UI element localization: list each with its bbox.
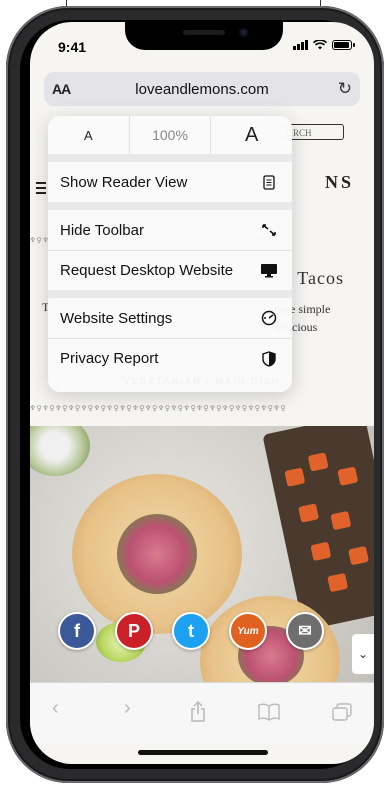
share-icon[interactable] (190, 701, 206, 723)
url-text[interactable]: loveandlemons.com (44, 81, 360, 98)
decrease-font-label: A (84, 127, 93, 143)
yummly-share-button[interactable]: Yum (229, 612, 267, 650)
recipe-photo (30, 426, 374, 718)
safari-toolbar: ‹ › (30, 682, 374, 743)
menu-separator (48, 290, 292, 298)
taco-1 (72, 474, 242, 634)
back-icon[interactable]: ‹ (52, 697, 59, 720)
facebook-share-button[interactable]: f (58, 612, 96, 650)
wifi-icon (313, 40, 327, 50)
menu-item-show-reader-view[interactable]: Show Reader View (48, 162, 292, 202)
font-size-controls: A 100% A (48, 116, 292, 154)
increase-font-label: A (245, 123, 259, 146)
menu-item-label: Website Settings (60, 309, 173, 327)
bookmarks-icon[interactable] (258, 703, 280, 721)
tabs-icon[interactable] (332, 703, 352, 721)
status-time: 9:41 (58, 39, 87, 55)
site-search-box[interactable]: RCH (286, 124, 344, 140)
email-share-button[interactable]: ✉ (286, 612, 324, 650)
menu-item-label: Privacy Report (60, 350, 159, 367)
menu-item-label: Request Desktop Website (60, 262, 234, 279)
menu-item-label: Show Reader View (60, 173, 188, 191)
pinterest-share-button[interactable]: P (115, 612, 153, 650)
menu-item-request-desktop-website[interactable]: Request Desktop Website (48, 250, 292, 290)
forward-icon[interactable]: › (124, 697, 131, 720)
menu-item-label: Hide Toolbar (60, 221, 144, 239)
reader-icon (260, 173, 278, 191)
share-buttons: f P t Yum ✉ (58, 612, 338, 652)
site-menu-icon[interactable] (36, 182, 46, 197)
increase-font-button[interactable]: A (211, 116, 292, 154)
recipe-title: Tacos (297, 268, 344, 288)
page-menu-popover: A 100% A Show Reader View Hide Toolbar R… (48, 116, 292, 392)
reload-icon[interactable]: ↻ (338, 79, 352, 99)
chevron-down-icon[interactable]: ⌄ (352, 634, 374, 674)
home-indicator (138, 750, 268, 755)
menu-item-hide-toolbar[interactable]: Hide Toolbar (48, 210, 292, 250)
decrease-font-button[interactable]: A (48, 116, 130, 154)
menu-separator (48, 154, 292, 162)
cellular-signal-icon (293, 40, 308, 50)
phone-screen: 9:41 AA loveandlemons.com ↻ RCH NS ♆♀♆♀♆… (30, 22, 374, 764)
zoom-level-label: 100% (152, 127, 188, 143)
menu-item-privacy-report[interactable]: Privacy Report (48, 338, 292, 378)
speaker-grille (183, 30, 225, 35)
twitter-share-button[interactable]: t (172, 612, 210, 650)
sprouts-bowl (30, 426, 90, 476)
shield-icon (260, 350, 278, 368)
address-bar[interactable]: AA loveandlemons.com ↻ (44, 72, 360, 106)
menu-item-website-settings[interactable]: Website Settings (48, 298, 292, 338)
menu-separator (48, 202, 292, 210)
collapse-arrows-icon (260, 221, 278, 239)
camera-icon (239, 28, 248, 37)
status-icons (293, 40, 355, 50)
decorative-pattern-bottom: ♆♀♆♀♆♀♆♀♆♀♆♀♆♀♆♀♆♀♆♀♆♀♆♀♆♀♆♀♆♀♆♀♆♀♆♀♆♀♆♀ (30, 404, 287, 414)
notch (125, 22, 283, 50)
zoom-level[interactable]: 100% (130, 116, 212, 154)
desktop-icon (260, 262, 278, 280)
settings-gauge-icon (260, 309, 278, 327)
battery-icon (332, 40, 355, 50)
site-logo[interactable]: NS (325, 172, 354, 193)
